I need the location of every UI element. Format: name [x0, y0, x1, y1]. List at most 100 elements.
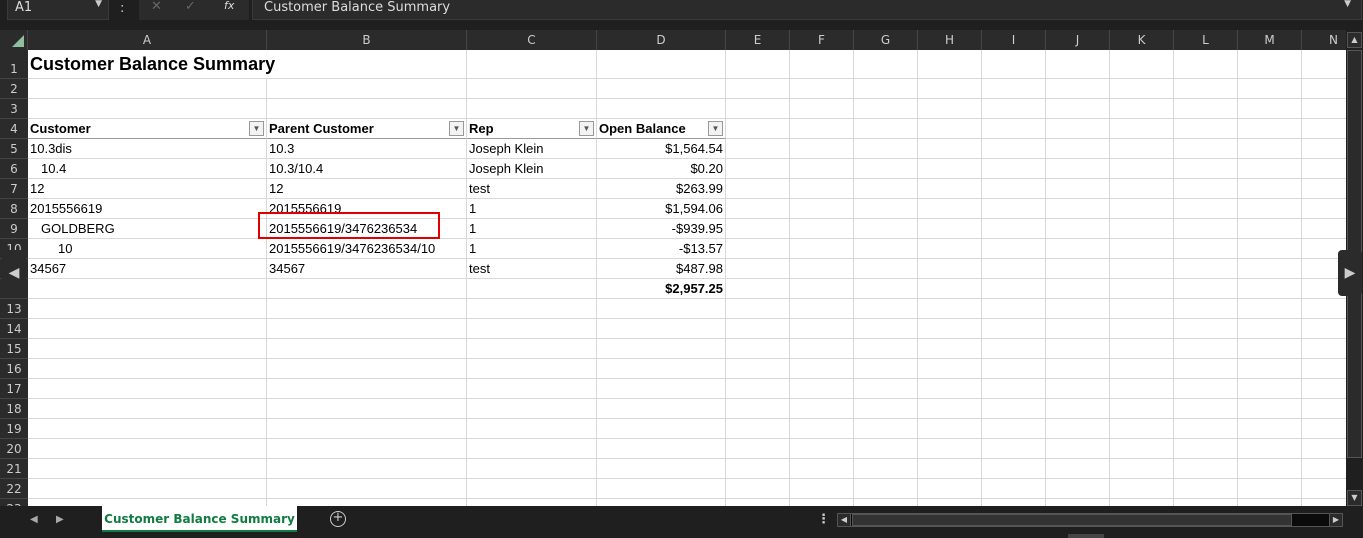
cell[interactable] — [918, 119, 982, 139]
cell[interactable] — [1110, 119, 1174, 139]
cell[interactable] — [1302, 299, 1346, 319]
cell[interactable] — [854, 159, 918, 179]
cell[interactable] — [597, 359, 726, 379]
column-header-k[interactable]: K — [1110, 30, 1174, 50]
cell[interactable] — [1238, 139, 1302, 159]
cell[interactable] — [726, 479, 790, 499]
cell[interactable] — [1046, 139, 1110, 159]
cell[interactable] — [1110, 439, 1174, 459]
cell[interactable] — [1174, 99, 1238, 119]
rep-cell[interactable]: 1 — [467, 219, 597, 239]
cell[interactable] — [726, 439, 790, 459]
cell[interactable] — [28, 399, 267, 419]
cell[interactable] — [1046, 219, 1110, 239]
cell[interactable] — [790, 399, 854, 419]
parent-customer-cell[interactable]: 10.3/10.4 — [267, 159, 467, 179]
cell[interactable] — [1046, 419, 1110, 439]
cell[interactable] — [467, 339, 597, 359]
cell[interactable] — [1174, 419, 1238, 439]
cell[interactable] — [467, 359, 597, 379]
column-header-f[interactable]: F — [790, 30, 854, 50]
cell[interactable] — [1238, 319, 1302, 339]
cell[interactable] — [918, 419, 982, 439]
cell[interactable] — [1174, 279, 1238, 299]
cell[interactable] — [28, 479, 267, 499]
more-options-icon[interactable]: ⋮ — [817, 512, 830, 527]
cell[interactable] — [726, 419, 790, 439]
cell[interactable] — [854, 359, 918, 379]
cell[interactable] — [467, 299, 597, 319]
formula-input[interactable]: Customer Balance Summary ▼ — [252, 0, 1362, 20]
cell[interactable] — [1302, 319, 1346, 339]
cell[interactable] — [597, 79, 726, 99]
cell[interactable] — [1302, 159, 1346, 179]
column-header-n[interactable]: N — [1302, 30, 1346, 50]
cell[interactable] — [1110, 359, 1174, 379]
cell[interactable] — [1046, 239, 1110, 259]
cell[interactable] — [854, 50, 918, 79]
cell[interactable] — [1302, 399, 1346, 419]
cell[interactable] — [1110, 239, 1174, 259]
h-scroll-thumb[interactable] — [852, 514, 1292, 526]
rep-cell[interactable]: 1 — [467, 239, 597, 259]
cell[interactable] — [597, 379, 726, 399]
cell[interactable] — [726, 99, 790, 119]
cell[interactable] — [726, 459, 790, 479]
cell[interactable] — [726, 339, 790, 359]
cell[interactable] — [1302, 419, 1346, 439]
cell[interactable] — [1238, 179, 1302, 199]
cell[interactable] — [918, 239, 982, 259]
customer-cell[interactable]: 2015556619 — [28, 199, 267, 219]
cell[interactable] — [982, 179, 1046, 199]
cell[interactable] — [918, 99, 982, 119]
cell[interactable] — [267, 319, 467, 339]
column-header-e[interactable]: E — [726, 30, 790, 50]
sheet-tab-customer-balance-summary[interactable]: Customer Balance Summary — [102, 506, 297, 532]
cell[interactable] — [1174, 499, 1238, 506]
cell[interactable] — [918, 359, 982, 379]
cell[interactable] — [467, 50, 597, 79]
cell[interactable] — [28, 419, 267, 439]
cell[interactable] — [790, 459, 854, 479]
cell[interactable] — [1302, 179, 1346, 199]
row-header-7[interactable]: 7 — [0, 179, 28, 199]
chevron-right-icon[interactable]: ▶ — [1338, 250, 1362, 296]
cell[interactable] — [267, 379, 467, 399]
cell[interactable] — [1174, 50, 1238, 79]
cell[interactable] — [982, 79, 1046, 99]
chevron-left-icon[interactable]: ◀ — [2, 250, 26, 296]
customer-cell[interactable]: 34567 — [28, 259, 267, 279]
cell[interactable] — [1302, 119, 1346, 139]
rep-cell[interactable]: Joseph Klein — [467, 159, 597, 179]
cell[interactable] — [918, 159, 982, 179]
cell[interactable] — [1238, 359, 1302, 379]
cell[interactable] — [1046, 359, 1110, 379]
column-header-b[interactable]: B — [267, 30, 467, 50]
column-filter-header[interactable]: Customer ▼ — [28, 119, 267, 139]
cell[interactable] — [1302, 439, 1346, 459]
cell[interactable] — [1302, 379, 1346, 399]
cell[interactable] — [982, 119, 1046, 139]
cell[interactable] — [726, 119, 790, 139]
cell[interactable] — [726, 50, 790, 79]
cell[interactable] — [790, 239, 854, 259]
cell[interactable] — [918, 199, 982, 219]
cell[interactable] — [918, 139, 982, 159]
worksheet-grid[interactable]: ABCDEFGHIJKLMN12345678910111213141516171… — [0, 30, 1346, 506]
cell[interactable] — [790, 259, 854, 279]
cell[interactable] — [1302, 499, 1346, 506]
row-header-19[interactable]: 19 — [0, 419, 28, 439]
cell[interactable] — [854, 299, 918, 319]
row-header-6[interactable]: 6 — [0, 159, 28, 179]
row-header-1[interactable]: 1 — [0, 50, 28, 79]
add-sheet-icon[interactable]: + — [330, 511, 346, 527]
cell[interactable] — [726, 299, 790, 319]
cell[interactable] — [1302, 339, 1346, 359]
next-sheet-icon[interactable]: ▶ — [56, 514, 64, 525]
cell[interactable] — [1174, 119, 1238, 139]
cell[interactable] — [1174, 339, 1238, 359]
cell[interactable] — [1302, 99, 1346, 119]
cell[interactable] — [982, 499, 1046, 506]
cancel-icon[interactable]: ✕ — [151, 0, 162, 14]
cell[interactable] — [1046, 439, 1110, 459]
